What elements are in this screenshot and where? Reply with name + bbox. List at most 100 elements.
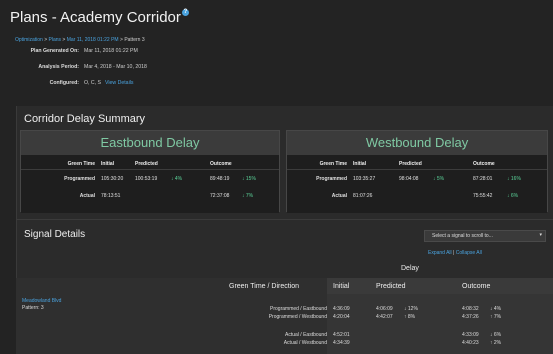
down-arrow-icon: ↓	[242, 176, 245, 182]
signal-header-delay-bg	[327, 278, 553, 294]
down-arrow-icon: ↓	[490, 332, 493, 338]
signal-row-outcome-pct: 2%	[493, 340, 502, 346]
section-divider	[16, 219, 553, 220]
breadcrumb-current: Pattern 3	[124, 37, 145, 43]
eb-programmed-predicted-pct: 4%	[174, 176, 183, 182]
wb-programmed-outcome-pct: 16%	[510, 176, 521, 182]
configured-label: Configured:	[49, 80, 79, 86]
wb-actual-outcome-pct: 6%	[510, 193, 519, 199]
signal-row-outcome-change: ↑ 7%	[490, 314, 501, 320]
configured-value-line: O, C, S View Details	[84, 80, 133, 86]
collapse-all-link[interactable]: Collapse All	[456, 250, 482, 256]
wb-programmed-initial: 103:35:27	[353, 176, 376, 182]
eb-programmed-label: Programmed	[64, 176, 95, 182]
corridor-delay-title: Corridor Delay Summary	[24, 113, 146, 125]
analysis-period-row: Analysis Period:	[0, 64, 79, 72]
eb-programmed-predicted: 100:53:19	[135, 176, 158, 182]
down-arrow-icon: ↓	[433, 176, 436, 182]
signal-row-outcome: 4:08:32	[462, 306, 479, 312]
eb-actual-outcome-pct: 7%	[245, 193, 254, 199]
down-arrow-icon: ↓	[242, 193, 245, 199]
analysis-period-label: Analysis Period:	[38, 64, 79, 70]
signal-select-placeholder: Select a signal to scroll to...	[432, 233, 493, 239]
wb-actual-outcome-change: ↓ 6%	[507, 193, 518, 199]
wb-actual-outcome: 75:55:42	[473, 193, 493, 199]
signal-row-outcome-change: ↓ 6%	[490, 332, 501, 338]
signal-row-outcome: 4:40:23	[462, 340, 479, 346]
wb-header-predicted: Predicted	[399, 161, 422, 167]
up-arrow-icon: ↑	[490, 314, 493, 320]
signal-details-title: Signal Details	[24, 229, 86, 240]
col-initial[interactable]: Initial	[333, 283, 349, 290]
wb-header-rule	[287, 169, 547, 170]
wb-programmed-outcome: 87:28:01	[473, 176, 493, 182]
wb-header-green-time: Green Time	[319, 161, 347, 167]
signal-pattern: Pattern: 3	[22, 305, 44, 311]
wb-actual-initial: 81:07:26	[353, 193, 373, 199]
wb-programmed-predicted: 98:04:08	[399, 176, 419, 182]
wb-header-outcome: Outcome	[473, 161, 495, 167]
wb-programmed-outcome-change: ↓ 16%	[507, 176, 521, 182]
caret-down-icon: ▾	[539, 232, 542, 238]
breadcrumb: Optimization > Plans > Mar 11, 2018 01:2…	[15, 37, 145, 43]
signal-row-label: Programmed / Westbound	[268, 314, 327, 320]
col-predicted[interactable]: Predicted	[376, 283, 406, 290]
up-arrow-icon: ↑	[490, 340, 493, 346]
expand-all-link[interactable]: Expand All	[428, 250, 452, 256]
wb-programmed-label: Programmed	[316, 176, 347, 182]
breadcrumb-separator: >	[120, 37, 123, 43]
delay-group-label: Delay	[401, 265, 419, 272]
eb-programmed-outcome-change: ↓ 15%	[242, 176, 256, 182]
westbound-delay-card: Westbound Delay Green Time Initial Predi…	[286, 130, 548, 213]
signal-row-predicted: 4:06:09	[376, 306, 393, 312]
plan-generated-value: Mar 11, 2018 01:22 PM	[84, 48, 138, 54]
signal-name-link[interactable]: Meadowland Blvd	[22, 298, 61, 304]
signal-row-initial: 4:20:04	[333, 314, 350, 320]
breadcrumb-separator: >	[62, 37, 66, 43]
down-arrow-icon: ↓	[507, 176, 510, 182]
configured-row: Configured:	[0, 80, 79, 88]
col-outcome[interactable]: Outcome	[462, 283, 490, 290]
plan-generated-label: Plan Generated On:	[30, 48, 79, 54]
signal-row-band	[16, 294, 327, 354]
plan-generated-row: Plan Generated On:	[0, 48, 79, 56]
eastbound-delay-table: Green Time Initial Predicted Outcome Pro…	[21, 155, 279, 213]
col-green-time-direction[interactable]: Green Time / Direction	[229, 283, 299, 290]
signal-row-initial: 4:52:01	[333, 332, 350, 338]
down-arrow-icon: ↓	[404, 306, 407, 312]
wb-header-initial: Initial	[353, 161, 367, 167]
signal-row-predicted-change: ↑ 8%	[404, 314, 415, 320]
westbound-delay-title: Westbound Delay	[287, 131, 547, 155]
signal-row-outcome-change: ↑ 2%	[490, 340, 501, 346]
signal-row-label: Programmed / Eastbound	[270, 306, 327, 312]
signal-row-label: Actual / Westbound	[283, 340, 327, 346]
eb-programmed-outcome-pct: 15%	[245, 176, 256, 182]
eb-actual-outcome: 72:37:08	[210, 193, 230, 199]
eastbound-delay-card: Eastbound Delay Green Time Initial Predi…	[20, 130, 280, 213]
signal-row-outcome: 4:37:26	[462, 314, 479, 320]
breadcrumb-plans[interactable]: Plans	[49, 37, 62, 43]
eb-header-initial: Initial	[101, 161, 115, 167]
eb-programmed-initial: 105:30:20	[101, 176, 124, 182]
eb-header-rule	[21, 169, 279, 170]
signal-row-outcome-pct: 4%	[493, 306, 502, 312]
eb-actual-initial: 78:13:51	[101, 193, 121, 199]
wb-programmed-predicted-pct: 5%	[436, 176, 445, 182]
breadcrumb-plan-date[interactable]: Mar 11, 2018 01:22 PM	[67, 37, 119, 43]
signal-row-initial: 4:34:39	[333, 340, 350, 346]
eb-programmed-outcome: 89:48:19	[210, 176, 230, 182]
signal-row-outcome-change: ↓ 4%	[490, 306, 501, 312]
help-icon[interactable]: ?	[181, 9, 189, 16]
breadcrumb-separator: >	[44, 37, 48, 43]
breadcrumb-optimization[interactable]: Optimization	[15, 37, 43, 43]
down-arrow-icon: ↓	[490, 306, 493, 312]
view-details-link[interactable]: View Details	[105, 80, 133, 86]
signal-row-outcome-pct: 7%	[493, 314, 502, 320]
signal-row-outcome-pct: 6%	[493, 332, 502, 338]
signal-row-band-delay	[327, 294, 553, 354]
eb-header-outcome: Outcome	[210, 161, 232, 167]
wb-programmed-predicted-change: ↓ 5%	[433, 176, 444, 182]
signal-row-predicted-pct: 8%	[407, 314, 416, 320]
page-title-text: Plans - Academy Corridor	[10, 9, 181, 26]
signal-select[interactable]: Select a signal to scroll to... ▾	[424, 230, 546, 242]
